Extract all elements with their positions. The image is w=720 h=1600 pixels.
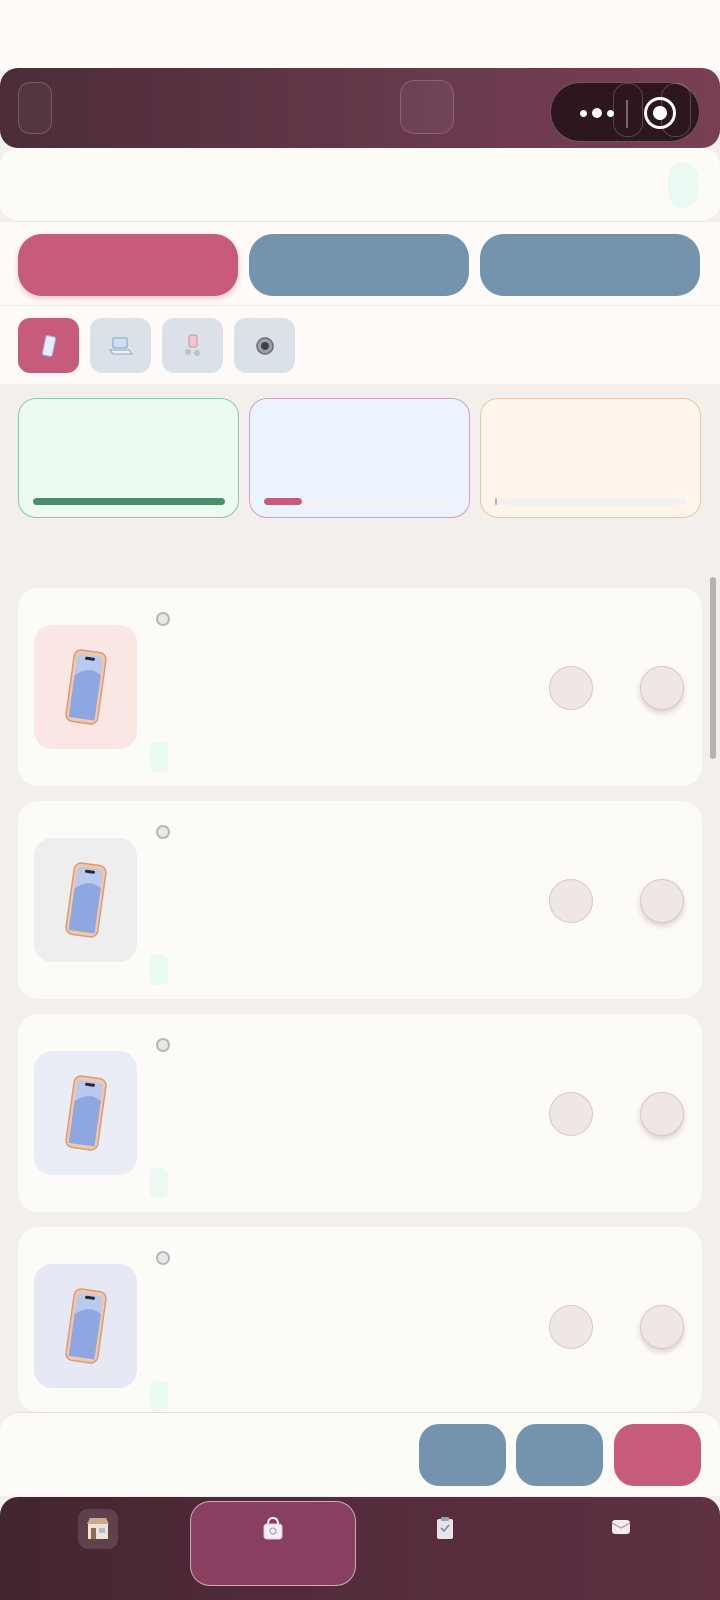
wallet-icon [611, 1520, 631, 1534]
product-tag [150, 1168, 168, 1198]
product-card[interactable] [18, 801, 702, 999]
badge-icon [156, 612, 170, 626]
quantity-plus-button[interactable] [640, 879, 684, 923]
back-icon[interactable] [18, 82, 52, 134]
product-thumb[interactable] [34, 838, 137, 962]
stat-card-2[interactable] [249, 398, 470, 518]
progress-fill [33, 498, 225, 505]
quantity-minus-button[interactable] [549, 1305, 593, 1349]
action-bar [0, 1412, 720, 1496]
phone-product-icon [64, 649, 107, 725]
shopping-bag-icon [263, 1517, 283, 1540]
phone-icon [41, 334, 56, 357]
progress-track [264, 498, 456, 505]
search-action-button[interactable] [668, 162, 698, 208]
quantity-plus-button[interactable] [640, 1092, 684, 1136]
product-tag [150, 742, 168, 772]
progress-track [33, 498, 225, 505]
tab-wallet[interactable] [606, 1511, 636, 1541]
scrollbar[interactable] [710, 577, 716, 759]
progress-fill [264, 498, 303, 505]
quantity-minus-button[interactable] [549, 666, 593, 710]
category-accessories[interactable] [162, 318, 223, 373]
product-thumb[interactable] [34, 1264, 137, 1388]
category-laptop[interactable] [90, 318, 151, 373]
watch-icon [255, 336, 274, 355]
product-tag [150, 1381, 168, 1411]
product-card[interactable] [18, 1014, 702, 1212]
badge-icon [156, 1251, 170, 1265]
category-phone[interactable] [18, 318, 79, 373]
category-watch[interactable] [234, 318, 295, 373]
clipboard-icon [437, 1517, 453, 1539]
stat-card-3[interactable] [480, 398, 701, 518]
status-area [0, 0, 720, 70]
capsule-divider [626, 100, 628, 128]
phone-product-icon [64, 1288, 107, 1364]
progress-fill [495, 498, 497, 505]
progress-track [495, 498, 687, 505]
stat-card-1[interactable] [18, 398, 239, 518]
badge-icon [156, 1038, 170, 1052]
product-tag [150, 955, 168, 985]
bottom-tab-bar [0, 1497, 720, 1600]
quantity-minus-button[interactable] [549, 1092, 593, 1136]
tab-orders[interactable] [430, 1513, 460, 1543]
more-dots-icon[interactable] [569, 99, 625, 127]
product-card[interactable] [18, 1227, 702, 1412]
store-icon [87, 1518, 109, 1539]
action-button-2[interactable] [516, 1424, 603, 1486]
target-close-icon[interactable] [644, 97, 676, 129]
search-bar[interactable] [0, 148, 720, 222]
home-icon[interactable] [400, 80, 454, 134]
badge-icon [156, 825, 170, 839]
product-thumb[interactable] [34, 1051, 137, 1175]
tab-3[interactable] [480, 234, 700, 296]
search-input[interactable] [20, 166, 640, 204]
nav-header [0, 68, 720, 148]
product-card[interactable] [18, 588, 702, 786]
tab-store[interactable] [78, 1509, 118, 1549]
mini-program-capsule [550, 82, 700, 142]
tab-shopping[interactable] [190, 1501, 356, 1586]
action-button-1[interactable] [419, 1424, 506, 1486]
tab-1[interactable] [18, 234, 238, 296]
category-row [0, 306, 720, 384]
phone-product-icon [64, 1075, 107, 1151]
quantity-minus-button[interactable] [549, 879, 593, 923]
quantity-plus-button[interactable] [640, 1305, 684, 1349]
accessories-icon [184, 334, 200, 356]
tabs-row [0, 222, 720, 306]
phone-product-icon [64, 862, 107, 938]
product-thumb[interactable] [34, 625, 137, 749]
action-button-primary[interactable] [614, 1424, 701, 1486]
quantity-plus-button[interactable] [640, 666, 684, 710]
tab-2[interactable] [249, 234, 469, 296]
laptop-icon [108, 337, 133, 354]
